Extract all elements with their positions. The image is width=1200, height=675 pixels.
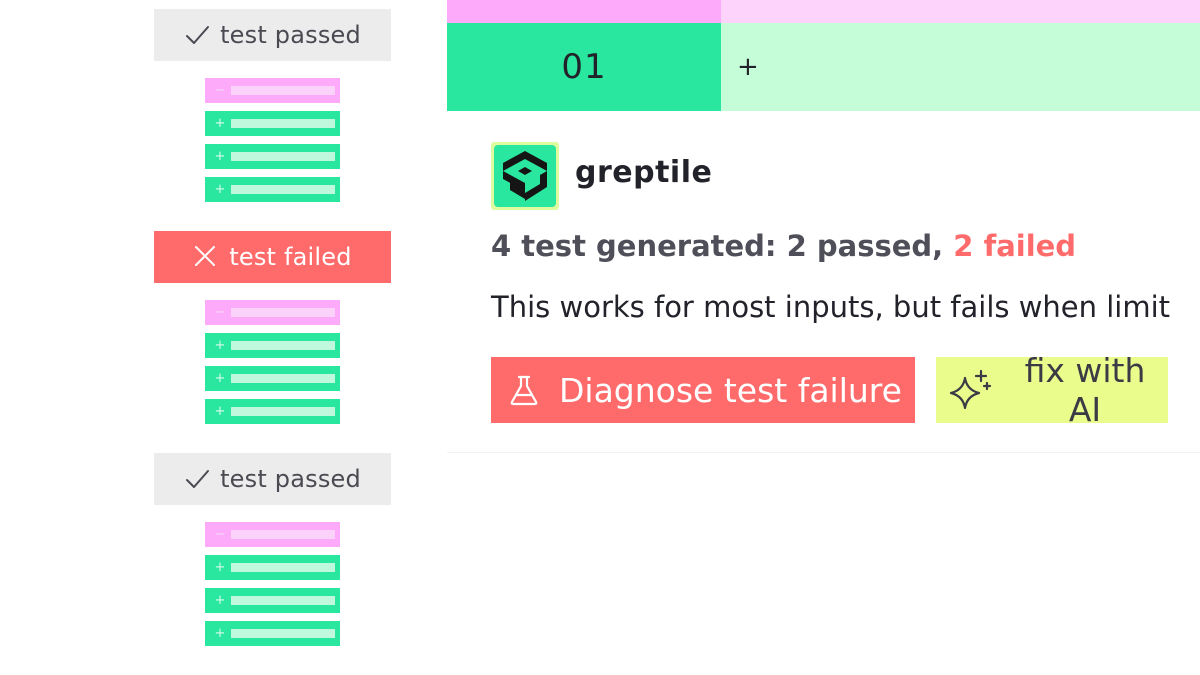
diff-sign: − [214,305,226,320]
diff-sign: + [214,116,226,131]
comment-description: This works for most inputs, but fails wh… [491,290,1171,324]
close-icon [193,244,219,270]
diff-line-removed: − [205,78,340,103]
test-group-passed: test passed − + + + [154,9,391,202]
diff-line-removed: − [205,522,340,547]
test-group-passed: test passed − + + + [154,453,391,646]
test-summary: 4 test generated: 2 passed, 2 failed [491,229,1076,263]
diff-line-removed: − [205,300,340,325]
fix-with-ai-button[interactable]: fix with AI [936,351,1168,429]
test-status-label: test passed [220,21,361,49]
diff-line-number: 01 [447,23,721,111]
fix-button-label: fix with AI [1024,351,1146,429]
comment-author: greptile [575,155,713,190]
diff-line-added: + [205,366,340,391]
diff-sign: − [214,83,226,98]
diff-code-placeholder [231,86,335,95]
test-group-failed: test failed − + + + [154,231,391,424]
test-summary-failed: 2 failed [953,229,1077,263]
diff-add-marker: + [737,52,759,82]
test-diff-lines: − + + + [205,78,340,202]
test-status-label: test passed [220,465,361,493]
diff-sign: − [214,527,226,542]
diff-added-line-code: + [721,23,1200,111]
test-status-passed[interactable]: test passed [154,453,391,505]
diff-line-added: + [205,399,340,424]
diff-code-placeholder [231,563,335,572]
test-summary-prefix: 4 test generated: 2 passed, [491,229,954,263]
check-icon [184,22,210,48]
diff-sign: + [214,338,226,353]
diff-sign: + [214,404,226,419]
diff-code-placeholder [231,407,335,416]
page: test passed − + + + test failed − + + + test passe… [0,0,1200,675]
diff-code-placeholder [231,185,335,194]
diff-line-added: + [205,111,340,136]
test-status-label: test failed [229,243,352,271]
diff-line-added: + [205,177,340,202]
diff-sign: + [214,626,226,641]
diff-code-placeholder [231,374,335,383]
diff-sign: + [214,182,226,197]
diff-line-added: + [205,588,340,613]
card-divider [447,452,1200,453]
diff-code-placeholder [231,629,335,638]
diagnose-button-label: Diagnose test failure [559,370,902,410]
diff-code-placeholder [231,119,335,128]
diff-sign: + [214,593,226,608]
diff-code-placeholder [231,596,335,605]
sparkles-icon [948,369,994,411]
test-diff-lines: − + + + [205,300,340,424]
diff-line-added: + [205,621,340,646]
flask-icon [507,373,541,407]
test-status-failed[interactable]: test failed [154,231,391,283]
diff-line-added: + [205,555,340,580]
test-status-passed[interactable]: test passed [154,9,391,61]
diff-line-added: + [205,144,340,169]
diff-code-placeholder [231,152,335,161]
diff-code-placeholder [231,530,335,539]
diff-sign: + [214,149,226,164]
diff-sign: + [214,560,226,575]
diff-removed-line-code [721,0,1200,23]
diff-sign: + [214,371,226,386]
diff-line-added: + [205,333,340,358]
diff-code-placeholder [231,341,335,350]
greptile-logo-icon [494,145,556,207]
check-icon [184,466,210,492]
greptile-logo [491,142,559,210]
diagnose-test-failure-button[interactable]: Diagnose test failure [491,357,915,423]
diff-code-placeholder [231,308,335,317]
diff-removed-line-gutter [447,0,721,23]
test-diff-lines: − + + + [205,522,340,646]
